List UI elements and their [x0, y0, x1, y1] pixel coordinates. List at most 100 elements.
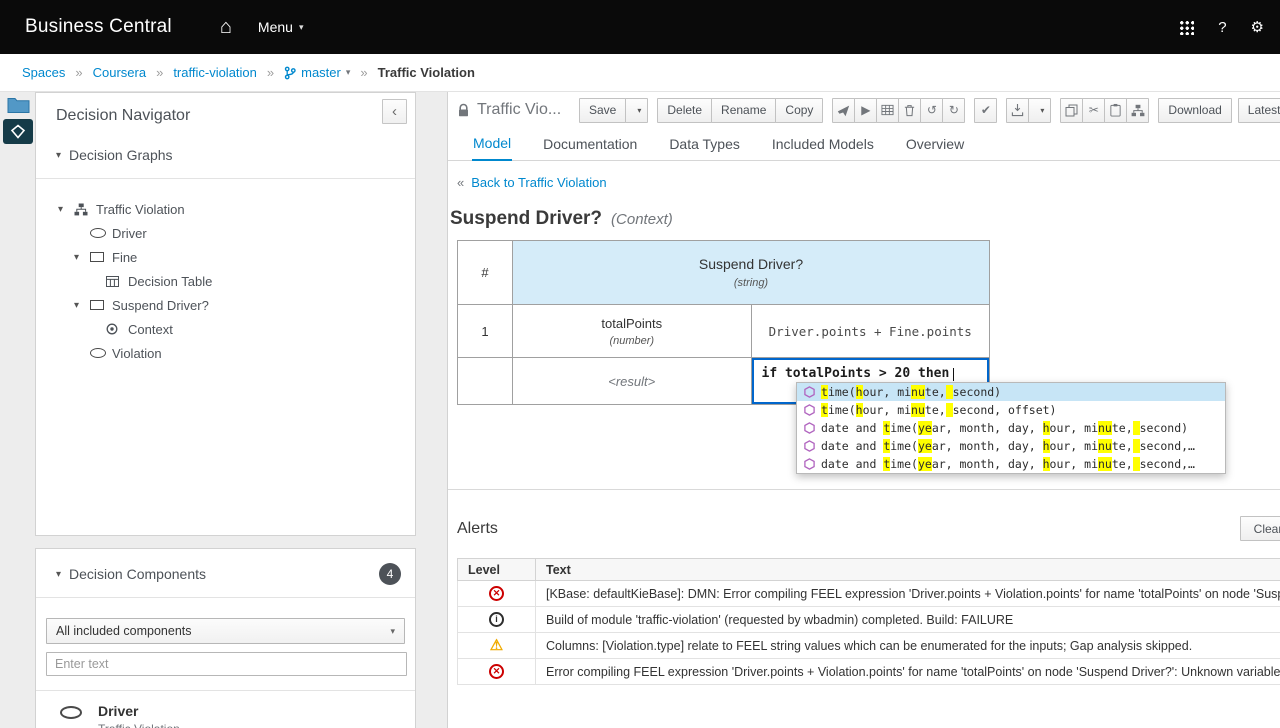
- autocomplete-suggestion[interactable]: date and time(year, month, day, hour, mi…: [797, 419, 1225, 437]
- redo-button[interactable]: ↻: [942, 97, 966, 123]
- components-filter-select[interactable]: All included components ▾: [46, 618, 405, 644]
- caret-down-icon[interactable]: ▾: [74, 300, 90, 311]
- tree-item-driver[interactable]: Driver: [36, 221, 415, 245]
- brand-logo[interactable]: Business Central: [25, 16, 172, 38]
- decision-graphs-section-toggle[interactable]: ▾ Decision Graphs: [36, 147, 415, 163]
- section-title: Decision Components: [69, 566, 206, 582]
- chevron-down-icon: ▾: [345, 67, 351, 77]
- redo-icon: ↻: [948, 103, 959, 117]
- row-number-cell: [457, 357, 513, 405]
- home-icon[interactable]: ⌂: [220, 17, 232, 37]
- project-explorer-folder-icon[interactable]: [7, 96, 30, 114]
- tree-item-traffic-violation[interactable]: ▾ Traffic Violation: [36, 197, 415, 221]
- breadcrumb-space-name[interactable]: Coursera: [93, 65, 146, 80]
- gear-icon[interactable]: ⚙: [1251, 18, 1264, 36]
- tree-item-context[interactable]: Context: [36, 317, 415, 341]
- component-item-driver[interactable]: Driver Traffic Violation: [60, 703, 415, 728]
- clear-alerts-button[interactable]: Clear: [1240, 516, 1280, 541]
- grid-view-button[interactable]: [876, 97, 900, 123]
- breadcrumb-spaces[interactable]: Spaces: [22, 65, 65, 80]
- breadcrumb-separator: »: [156, 65, 164, 80]
- cut-button[interactable]: ✂: [1082, 97, 1106, 123]
- expression-name: Suspend Driver?: [450, 208, 603, 229]
- feel-function-icon: [804, 458, 815, 470]
- alert-row[interactable]: Build of module 'traffic-violation' (req…: [457, 606, 1280, 633]
- alert-row[interactable]: [KBase: defaultKieBase]: DMN: Error comp…: [457, 580, 1280, 607]
- entry-name: totalPoints: [601, 315, 663, 331]
- decision-table-icon: [106, 275, 128, 287]
- play-button[interactable]: ▶: [854, 97, 878, 123]
- decision-graph-tree: ▾ Traffic Violation Driver ▾ Fine Decisi…: [36, 179, 415, 365]
- back-to-diagram-link[interactable]: « Back to Traffic Violation: [457, 175, 607, 190]
- hierarchy-icon: [1131, 104, 1145, 116]
- tab-data-types[interactable]: Data Types: [668, 129, 741, 160]
- entry-expression-cell[interactable]: Driver.points + Fine.points: [750, 304, 990, 358]
- version-selector-button[interactable]: Latest Version▾: [1237, 97, 1280, 123]
- alert-text: Build of module 'traffic-violation' (req…: [535, 606, 1280, 633]
- undo-icon: ↺: [926, 103, 937, 117]
- save-button[interactable]: Save: [579, 97, 627, 123]
- export-button[interactable]: [1006, 97, 1030, 123]
- breadcrumb-separator: »: [75, 65, 83, 80]
- breadcrumb-current-asset: Traffic Violation: [377, 65, 475, 80]
- layout-button[interactable]: [1126, 97, 1150, 123]
- autocomplete-suggestion[interactable]: date and time(year, month, day, hour, mi…: [797, 455, 1225, 473]
- autocomplete-suggestion[interactable]: time(hour, minute, second): [797, 383, 1225, 401]
- collapse-panel-button[interactable]: ‹: [382, 99, 407, 124]
- decision-components-panel: ▾ Decision Components 4 All included com…: [35, 548, 416, 728]
- components-count-badge: 4: [379, 563, 401, 585]
- alert-row[interactable]: Error compiling FEEL expression 'Driver.…: [457, 658, 1280, 685]
- app-launcher-icon[interactable]: [1179, 19, 1195, 35]
- grid-title-cell[interactable]: Suspend Driver? (string): [512, 240, 990, 305]
- menu-button[interactable]: Menu ▾: [258, 19, 304, 35]
- save-menu-button[interactable]: ▾: [625, 97, 649, 123]
- breadcrumb-separator: »: [360, 65, 368, 80]
- tab-documentation[interactable]: Documentation: [542, 129, 638, 160]
- undo-button[interactable]: ↺: [920, 97, 944, 123]
- alert-row[interactable]: Columns: [Violation.type] relate to FEEL…: [457, 632, 1280, 659]
- components-search-input[interactable]: [46, 652, 407, 676]
- export-menu-button[interactable]: ▾: [1028, 97, 1052, 123]
- alert-text: [KBase: defaultKieBase]: DMN: Error comp…: [535, 580, 1280, 607]
- paste-button[interactable]: [1104, 97, 1128, 123]
- caret-down-icon[interactable]: ▾: [74, 252, 90, 263]
- column-header-level: Level: [457, 558, 536, 581]
- selected-filter-value: All included components: [56, 624, 192, 638]
- breadcrumb-project[interactable]: traffic-violation: [173, 65, 257, 80]
- tree-item-decision-table[interactable]: Decision Table: [36, 269, 415, 293]
- entry-name-cell[interactable]: totalPoints (number): [512, 304, 752, 358]
- alerts-table: Level Text [KBase: defaultKieBase]: DMN:…: [457, 558, 1280, 685]
- decision-navigator-dock-icon[interactable]: [3, 119, 33, 144]
- editor-toolbar: Traffic Vio... Save ▾ Delete Rename Copy…: [448, 96, 1280, 124]
- tab-overview[interactable]: Overview: [905, 129, 965, 160]
- trash-button[interactable]: [898, 97, 922, 123]
- menu-label: Menu: [257, 19, 293, 35]
- tree-item-label: Traffic Violation: [96, 201, 185, 217]
- tree-item-suspend-driver[interactable]: ▾ Suspend Driver?: [36, 293, 415, 317]
- branch-selector[interactable]: master ▾: [284, 65, 350, 80]
- tab-model[interactable]: Model: [472, 128, 513, 161]
- tab-included-models[interactable]: Included Models: [771, 129, 875, 160]
- decision-components-header[interactable]: ▾ Decision Components 4: [36, 549, 415, 597]
- tree-item-violation[interactable]: Violation: [36, 341, 415, 365]
- rename-button[interactable]: Rename: [711, 97, 777, 123]
- send-button[interactable]: [832, 97, 856, 123]
- autocomplete-suggestion[interactable]: date and time(year, month, day, hour, mi…: [797, 437, 1225, 455]
- decision-graph-icon: [74, 203, 96, 216]
- copy-button[interactable]: Copy: [775, 97, 824, 123]
- tree-item-fine[interactable]: ▾ Fine: [36, 245, 415, 269]
- copy-element-button[interactable]: [1060, 97, 1084, 123]
- components-list: Driver Traffic Violation: [36, 690, 415, 728]
- delete-button[interactable]: Delete: [657, 97, 713, 123]
- map-icon: [10, 124, 26, 139]
- autocomplete-suggestion[interactable]: time(hour, minute, second, offset): [797, 401, 1225, 419]
- validate-button[interactable]: ✔: [974, 97, 998, 123]
- tree-item-label: Context: [128, 321, 173, 337]
- help-icon[interactable]: ?: [1218, 19, 1226, 36]
- download-button[interactable]: Download: [1158, 97, 1232, 123]
- text-cursor: [953, 368, 955, 381]
- caret-down-icon[interactable]: ▾: [58, 204, 74, 215]
- topbar-actions: ? ⚙: [1179, 18, 1264, 36]
- result-cell[interactable]: <result>: [512, 357, 752, 405]
- caret-down-icon: ▾: [1040, 105, 1045, 115]
